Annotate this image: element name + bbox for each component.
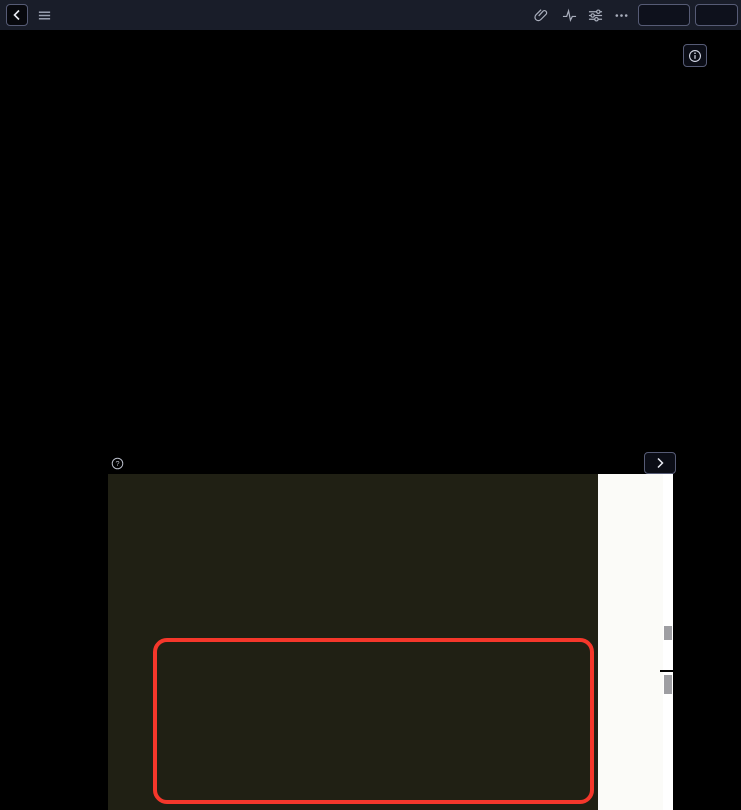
activity-icon[interactable] [562,8,577,23]
delete-button[interactable] [695,4,738,26]
pane-divider [660,670,674,672]
form-menu-icon[interactable] [37,8,52,23]
back-button[interactable] [6,4,28,26]
svg-text:?: ? [115,459,119,468]
editor-minimap [598,474,663,810]
script-code-editor[interactable] [108,474,674,810]
ui-action-form-page: ? [0,0,741,810]
more-icon[interactable] [614,8,629,23]
info-icon [689,49,701,62]
code-pane[interactable] [108,474,598,810]
attachment-icon[interactable] [534,8,549,23]
toolbar-expand-button[interactable] [644,452,676,474]
personalize-icon[interactable] [588,8,603,23]
header-bar [0,0,741,30]
update-button[interactable] [638,4,690,26]
scrollbar-thumb[interactable] [664,626,672,640]
application-info-button[interactable] [683,44,707,67]
chevron-left-icon [13,9,20,21]
editor-scrollbar[interactable] [663,474,673,810]
script-help-icon[interactable]: ? [111,457,124,470]
scrollbar-thumb[interactable] [664,675,672,694]
chevron-right-icon [657,457,664,469]
